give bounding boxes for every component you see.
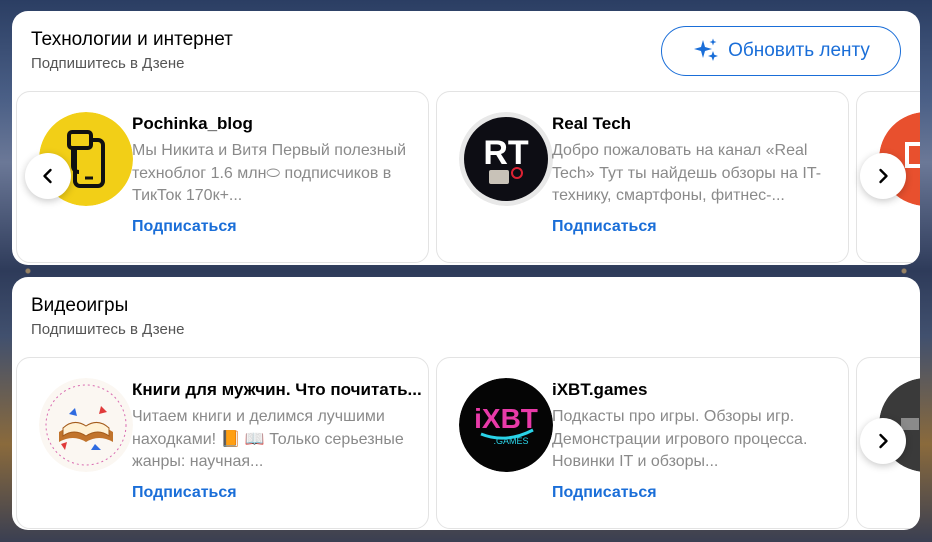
channel-name[interactable]: Книги для мужчин. Что почитать...	[132, 380, 422, 400]
chevron-left-icon	[43, 168, 52, 184]
open-book-logo-icon	[39, 378, 133, 472]
sparkle-icon	[694, 38, 719, 61]
rt-robot-hand-logo-icon: RT	[459, 112, 553, 206]
subscribe-button[interactable]: Подписаться	[552, 484, 657, 502]
scroll-right-button[interactable]	[860, 153, 906, 199]
channel-name[interactable]: iXBT.games	[552, 380, 842, 400]
channel-description: Читаем книги и делимся лучшими находками…	[132, 408, 404, 470]
scroll-right-button[interactable]	[860, 418, 906, 464]
svg-text:.GAMES: .GAMES	[493, 436, 528, 446]
channel-avatar[interactable]	[39, 378, 133, 472]
channel-description: Добро пожаловать на канал «Real Tech» Ту…	[552, 142, 822, 204]
svg-text:RT: RT	[483, 134, 529, 172]
channel-card[interactable]: Pochinka_blog Мы Никита и Витя Первый по…	[16, 91, 429, 263]
section-videogames: Видеоигры Подпишитесь в Дзене Книги для …	[12, 277, 920, 530]
subscribe-button[interactable]: Подписаться	[132, 218, 237, 236]
channel-name[interactable]: Real Tech	[552, 114, 842, 134]
channel-description: Подкасты про игры. Обзоры игр. Демонстра…	[552, 408, 808, 470]
refresh-feed-label: Обновить ленту	[728, 40, 870, 61]
subscribe-button[interactable]: Подписаться	[552, 218, 657, 236]
ixbt-games-logo-icon: iXBT .GAMES	[459, 378, 553, 472]
scroll-left-button[interactable]	[25, 153, 71, 199]
channel-name[interactable]: Pochinka_blog	[132, 114, 422, 134]
section-tech: Технологии и интернет Подпишитесь в Дзен…	[12, 11, 920, 265]
section-subtitle: Подпишитесь в Дзене	[31, 55, 185, 72]
channel-card[interactable]: RT Real Tech Добро пожаловать на канал «…	[436, 91, 849, 263]
channel-card[interactable]: iXBT .GAMES iXBT.games Подкасты про игры…	[436, 357, 849, 529]
channel-card[interactable]: Книги для мужчин. Что почитать... Читаем…	[16, 357, 429, 529]
refresh-feed-button[interactable]: Обновить ленту	[661, 26, 901, 76]
svg-text:iXBT: iXBT	[474, 403, 538, 434]
channel-avatar[interactable]: RT	[459, 112, 553, 206]
channel-description: Мы Никита и Витя Первый полезный технобл…	[132, 142, 407, 204]
section-title: Видеоигры	[31, 295, 129, 316]
channel-avatar[interactable]: iXBT .GAMES	[459, 378, 553, 472]
section-subtitle: Подпишитесь в Дзене	[31, 321, 185, 338]
chevron-right-icon	[879, 433, 888, 449]
chevron-right-icon	[879, 168, 888, 184]
subscribe-button[interactable]: Подписаться	[132, 484, 237, 502]
section-title: Технологии и интернет	[31, 29, 233, 50]
